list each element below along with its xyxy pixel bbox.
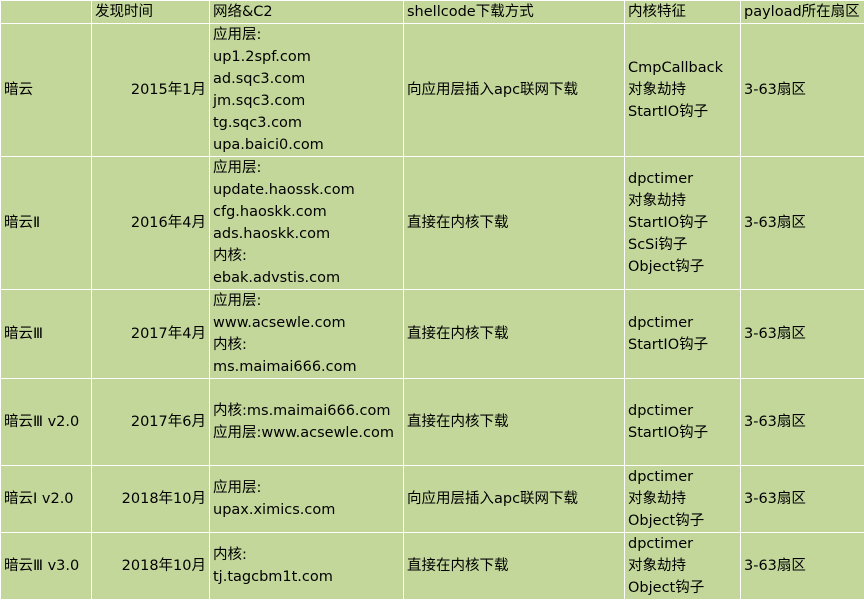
cell-sector: 3-63扇区 — [741, 466, 864, 533]
table-row: 暗云Ⅲ 2017年4月 应用层: www.acsewle.com 内核: ms.… — [1, 290, 864, 379]
cell-date: 2015年1月 — [92, 24, 210, 157]
cell-sector: 3-63扇区 — [741, 290, 864, 379]
cell-download: 向应用层插入apc联网下载 — [404, 466, 625, 533]
cell-kernel: dpctimer StartIO钩子 — [625, 290, 741, 379]
table-row: 暗云Ⅲ v3.0 2018年10月 内核: tj.tagcbm1t.com 直接… — [1, 533, 864, 600]
cell-name: 暗云 — [1, 24, 92, 157]
c2-line: ms.maimai666.com — [213, 356, 400, 378]
kernel-line: 对象劫持 — [628, 79, 737, 101]
kernel-line: 对象劫持 — [628, 190, 737, 212]
c2-line: 内核: — [213, 544, 400, 566]
table-row: 暗云Ⅱ 2016年4月 应用层: update.haossk.com cfg.h… — [1, 157, 864, 290]
c2-line: upax.ximics.com — [213, 499, 400, 521]
kernel-line: dpctimer — [628, 168, 737, 190]
kernel-line: 对象劫持 — [628, 555, 737, 577]
cell-date: 2018年10月 — [92, 466, 210, 533]
cell-kernel: dpctimer 对象劫持 Object钩子 — [625, 466, 741, 533]
kernel-line: 对象劫持 — [628, 488, 737, 510]
c2-line: 应用层:www.acsewle.com — [213, 422, 400, 444]
table-row: 暗云Ⅲ v2.0 2017年6月 内核:ms.maimai666.com 应用层… — [1, 379, 864, 466]
kernel-line: StartIO钩子 — [628, 422, 737, 444]
cell-c2: 内核: tj.tagcbm1t.com — [210, 533, 404, 600]
header-cell-c2: 网络&C2 — [210, 1, 404, 24]
kernel-line: Object钩子 — [628, 577, 737, 599]
header-cell-kernel: 内核特征 — [625, 1, 741, 24]
c2-line: tj.tagcbm1t.com — [213, 566, 400, 588]
cell-download: 向应用层插入apc联网下载 — [404, 24, 625, 157]
cell-c2: 应用层: up1.2spf.com ad.sqc3.com jm.sqc3.co… — [210, 24, 404, 157]
cell-date: 2017年4月 — [92, 290, 210, 379]
header-cell-download: shellcode下载方式 — [404, 1, 625, 24]
cell-sector: 3-63扇区 — [741, 24, 864, 157]
kernel-line: CmpCallback — [628, 57, 737, 79]
kernel-line: ScSi钩子 — [628, 234, 737, 256]
kernel-line: dpctimer — [628, 466, 737, 488]
cell-name: 暗云Ⅲ v2.0 — [1, 379, 92, 466]
c2-line: jm.sqc3.com — [213, 90, 400, 112]
c2-line: ad.sqc3.com — [213, 68, 400, 90]
cell-name: 暗云Ⅲ — [1, 290, 92, 379]
c2-line: 内核: — [213, 334, 400, 356]
cell-c2: 应用层: update.haossk.com cfg.haoskk.com ad… — [210, 157, 404, 290]
c2-line: 应用层: — [213, 157, 400, 179]
kernel-line: dpctimer — [628, 312, 737, 334]
c2-line: www.acsewle.com — [213, 312, 400, 334]
table-row: 暗云 2015年1月 应用层: up1.2spf.com ad.sqc3.com… — [1, 24, 864, 157]
cell-kernel: dpctimer 对象劫持 Object钩子 — [625, 533, 741, 600]
c2-line: 内核:ms.maimai666.com — [213, 400, 400, 422]
cell-kernel: CmpCallback 对象劫持 StartIO钩子 — [625, 24, 741, 157]
malware-table: 发现时间 网络&C2 shellcode下载方式 内核特征 payload所在扇… — [0, 0, 864, 600]
cell-c2: 应用层: upax.ximics.com — [210, 466, 404, 533]
cell-date: 2016年4月 — [92, 157, 210, 290]
header-cell-sector: payload所在扇区 — [741, 1, 864, 24]
c2-line: 应用层: — [213, 24, 400, 46]
table-row: 暗云I v2.0 2018年10月 应用层: upax.ximics.com 向… — [1, 466, 864, 533]
c2-line: 应用层: — [213, 290, 400, 312]
cell-name: 暗云I v2.0 — [1, 466, 92, 533]
kernel-line: StartIO钩子 — [628, 334, 737, 356]
c2-line: tg.sqc3.com — [213, 112, 400, 134]
cell-download: 直接在内核下载 — [404, 290, 625, 379]
cell-date: 2018年10月 — [92, 533, 210, 600]
header-row: 发现时间 网络&C2 shellcode下载方式 内核特征 payload所在扇… — [1, 1, 864, 24]
header-cell-name — [1, 1, 92, 24]
cell-name: 暗云Ⅱ — [1, 157, 92, 290]
kernel-line: dpctimer — [628, 533, 737, 555]
cell-sector: 3-63扇区 — [741, 157, 864, 290]
cell-c2: 内核:ms.maimai666.com 应用层:www.acsewle.com — [210, 379, 404, 466]
cell-name: 暗云Ⅲ v3.0 — [1, 533, 92, 600]
cell-download: 直接在内核下载 — [404, 379, 625, 466]
c2-line: cfg.haoskk.com — [213, 201, 400, 223]
c2-line: upa.baici0.com — [213, 134, 400, 156]
c2-line: up1.2spf.com — [213, 46, 400, 68]
kernel-line: StartIO钩子 — [628, 101, 737, 123]
cell-download: 直接在内核下载 — [404, 533, 625, 600]
header-cell-date: 发现时间 — [92, 1, 210, 24]
cell-date: 2017年6月 — [92, 379, 210, 466]
c2-line: 应用层: — [213, 477, 400, 499]
kernel-line: Object钩子 — [628, 256, 737, 278]
c2-line: 内核: — [213, 245, 400, 267]
c2-line: ads.haoskk.com — [213, 223, 400, 245]
kernel-line: Object钩子 — [628, 510, 737, 532]
kernel-line: StartIO钩子 — [628, 212, 737, 234]
cell-sector: 3-63扇区 — [741, 379, 864, 466]
c2-line: ebak.advstis.com — [213, 267, 400, 289]
cell-sector: 3-63扇区 — [741, 533, 864, 600]
cell-kernel: dpctimer 对象劫持 StartIO钩子 ScSi钩子 Object钩子 — [625, 157, 741, 290]
cell-c2: 应用层: www.acsewle.com 内核: ms.maimai666.co… — [210, 290, 404, 379]
cell-download: 直接在内核下载 — [404, 157, 625, 290]
cell-kernel: dpctimer StartIO钩子 — [625, 379, 741, 466]
kernel-line: dpctimer — [628, 400, 737, 422]
c2-line: update.haossk.com — [213, 179, 400, 201]
